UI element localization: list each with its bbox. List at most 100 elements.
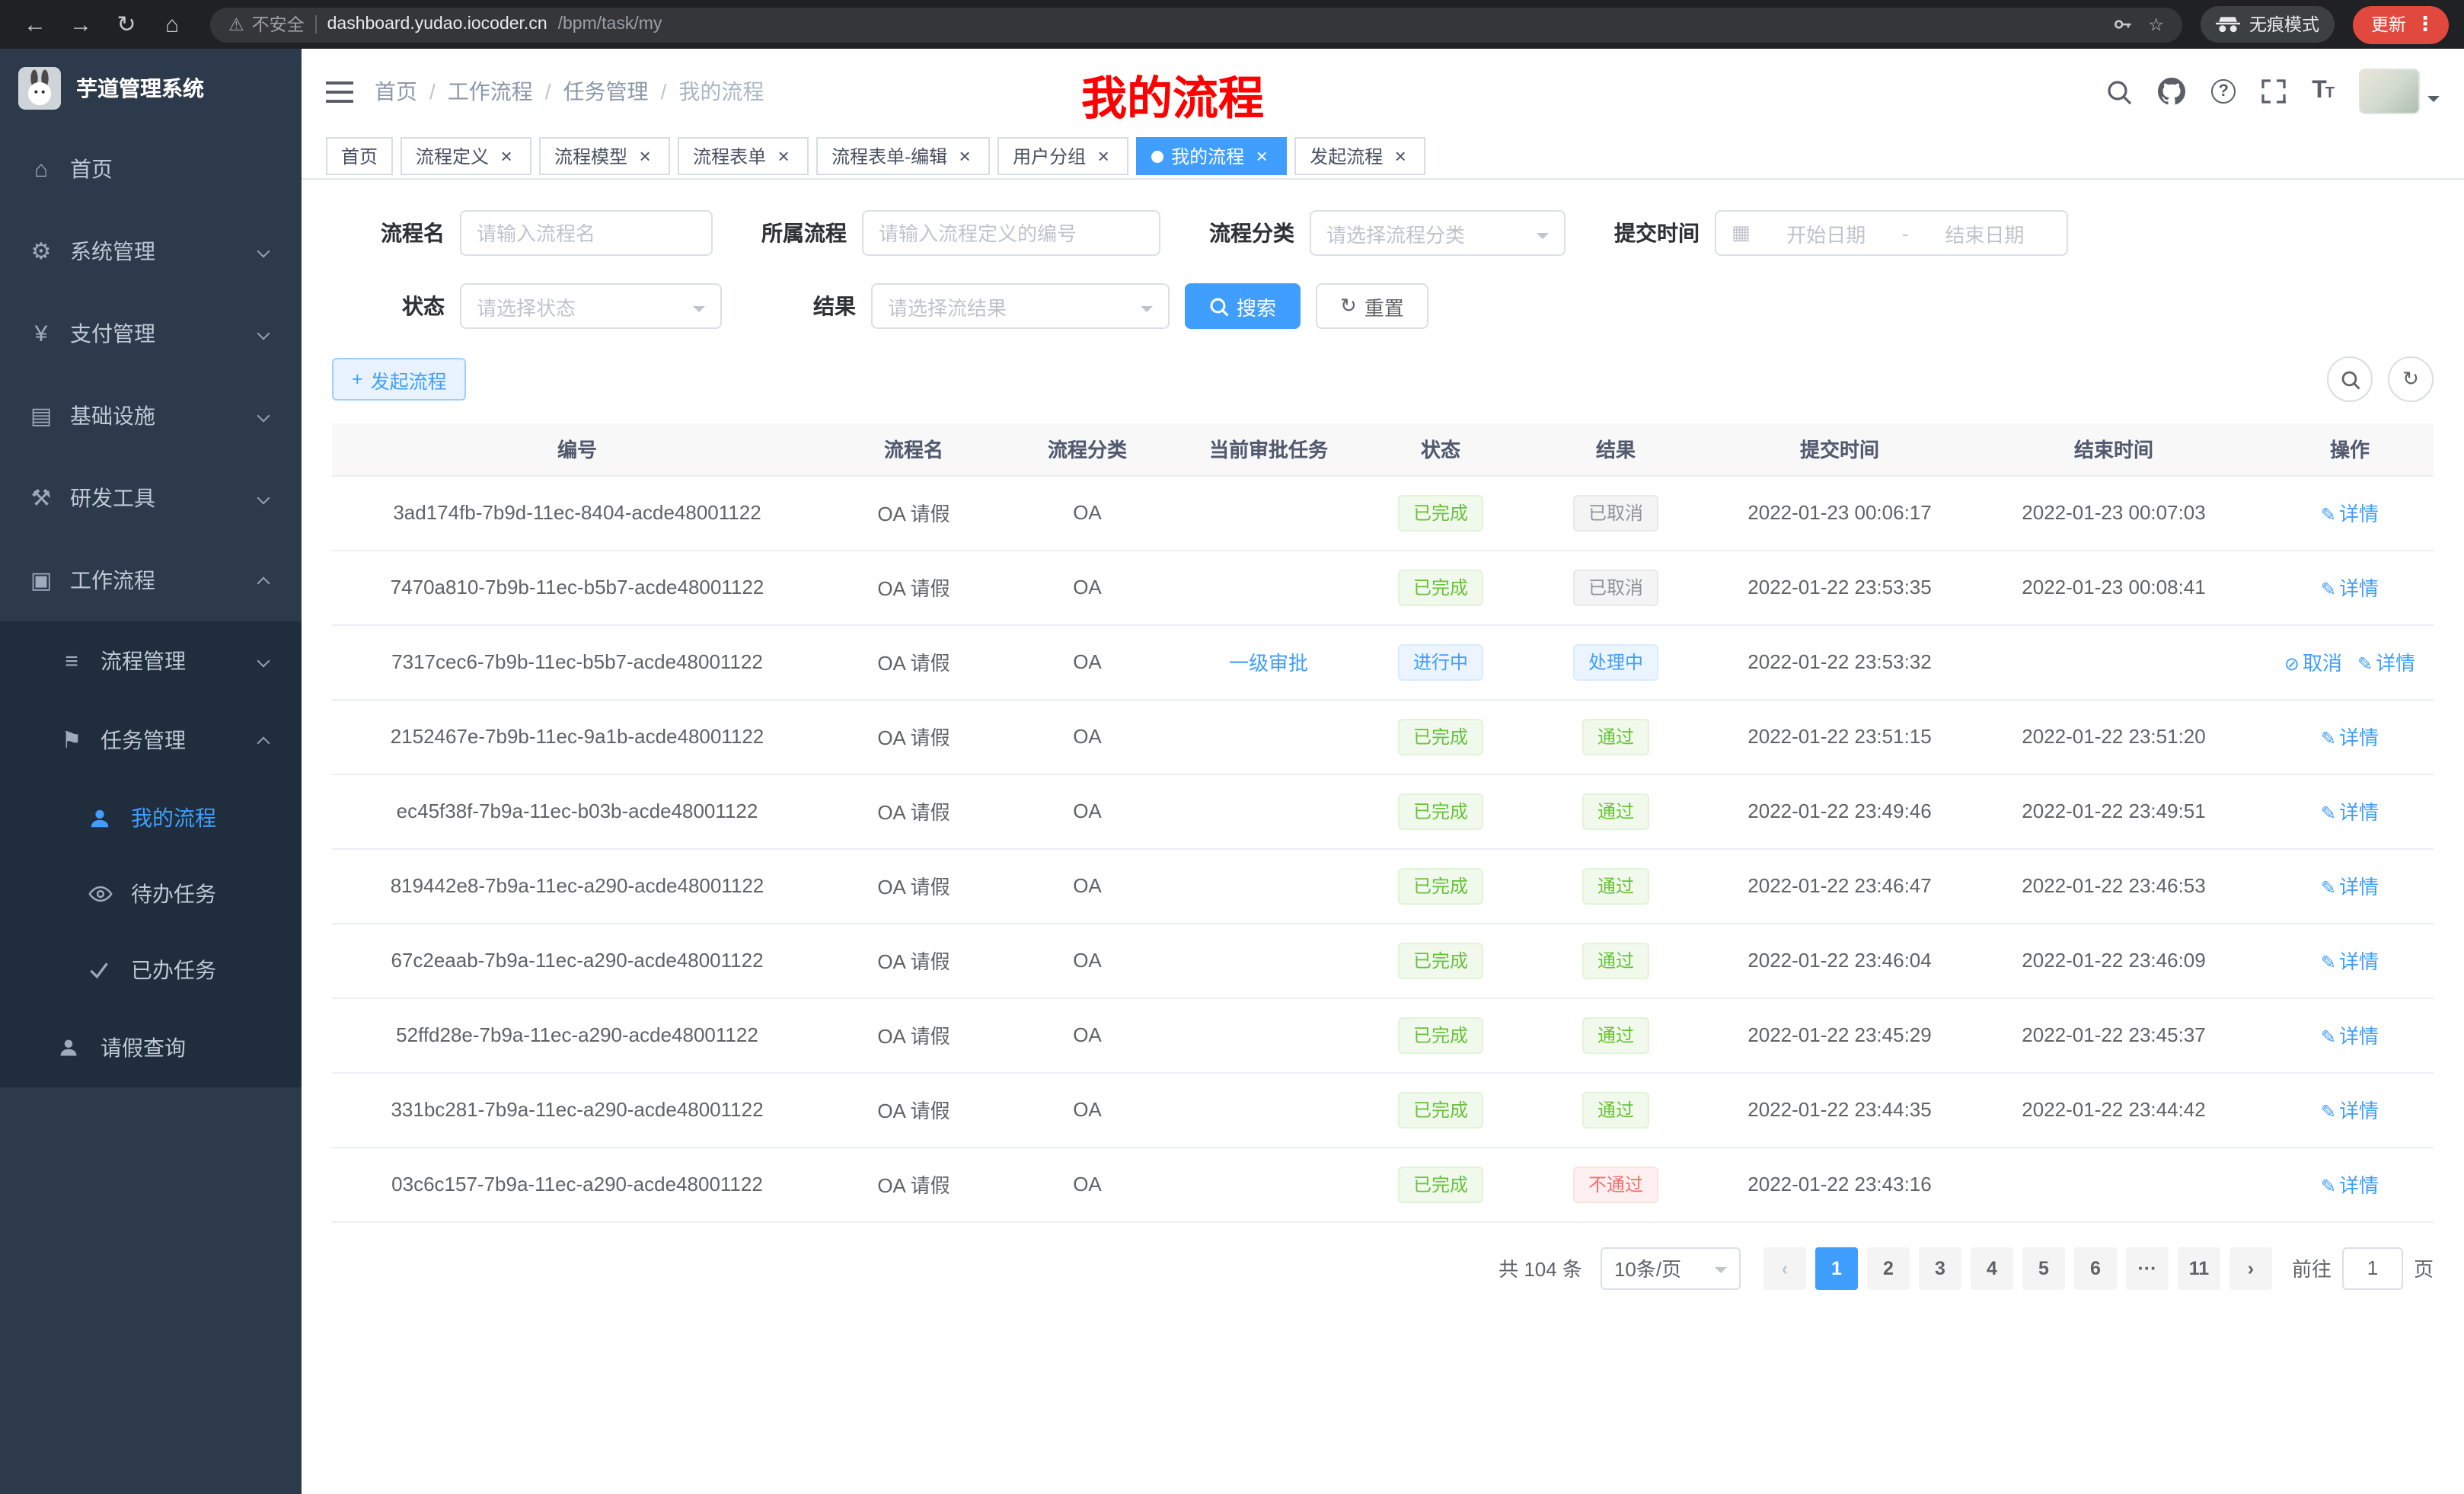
detail-link[interactable]: ✎详情 xyxy=(2321,577,2379,600)
prev-page-button[interactable]: ‹ xyxy=(1763,1247,1806,1289)
tab-process-form-edit[interactable]: 流程表单-编辑 × xyxy=(816,137,990,175)
next-page-button[interactable]: › xyxy=(2229,1247,2272,1289)
breadcrumb-home[interactable]: 首页 xyxy=(375,76,417,107)
warning-icon: ⚠ xyxy=(228,14,244,35)
forward-icon[interactable]: → xyxy=(61,5,101,44)
page-button-6[interactable]: 6 xyxy=(2074,1247,2117,1289)
update-button[interactable]: 更新 ⋮ xyxy=(2353,5,2449,43)
detail-link[interactable]: ✎详情 xyxy=(2321,1174,2379,1197)
tab-start-process[interactable]: 发起流程 × xyxy=(1294,137,1425,175)
col-id: 编号 xyxy=(332,423,822,475)
search-icon xyxy=(2340,369,2360,389)
github-icon[interactable] xyxy=(2158,78,2185,105)
edit-icon: ✎ xyxy=(2321,728,2336,749)
sidebar-item-system[interactable]: ⚙ 系统管理 xyxy=(0,210,302,292)
detail-link[interactable]: ✎详情 xyxy=(2321,801,2379,824)
detail-link[interactable]: ✎详情 xyxy=(2357,652,2415,675)
start-process-button[interactable]: + 发起流程 xyxy=(332,358,467,401)
result-badge: 通过 xyxy=(1582,718,1649,755)
total-count: 共 104 条 xyxy=(1499,1253,1582,1282)
close-icon[interactable]: × xyxy=(1252,146,1272,166)
close-icon[interactable]: × xyxy=(635,146,655,166)
sidebar-item-workflow[interactable]: ▣ 工作流程 xyxy=(0,539,302,621)
page-button-11[interactable]: 11 xyxy=(2178,1247,2220,1289)
refresh-table-button[interactable]: ↻ xyxy=(2388,356,2434,402)
reset-button[interactable]: ↻ 重置 xyxy=(1316,283,1428,329)
date-range-picker[interactable]: ▦ 开始日期 - 结束日期 xyxy=(1715,210,2068,256)
breadcrumb-task-mgmt[interactable]: 任务管理 xyxy=(563,76,649,107)
sidebar-item-home[interactable]: ⌂ 首页 xyxy=(0,128,302,210)
tab-user-group[interactable]: 用户分组 × xyxy=(997,137,1128,175)
close-icon[interactable]: × xyxy=(496,146,516,166)
detail-link[interactable]: ✎详情 xyxy=(2321,1100,2379,1122)
fullscreen-icon[interactable] xyxy=(2261,79,2286,104)
detail-link[interactable]: ✎详情 xyxy=(2321,950,2379,973)
incognito-badge: 无痕模式 xyxy=(2201,6,2335,43)
process-id-input[interactable] xyxy=(862,210,1160,256)
key-icon[interactable] xyxy=(2111,14,2133,35)
tab-home[interactable]: 首页 xyxy=(326,137,393,175)
list-icon: ≡ xyxy=(58,648,85,674)
close-icon[interactable]: × xyxy=(955,146,975,166)
detail-link[interactable]: ✎详情 xyxy=(2321,503,2379,525)
sidebar-item-leave-query[interactable]: 请假查询 xyxy=(0,1008,302,1087)
page-button-3[interactable]: 3 xyxy=(1919,1247,1961,1289)
detail-link[interactable]: ✎详情 xyxy=(2321,876,2379,899)
address-bar[interactable]: ⚠ 不安全 dashboard.yudao.iocoder.cn /bpm/ta… xyxy=(210,7,2182,42)
close-icon[interactable]: × xyxy=(1093,146,1113,166)
close-icon[interactable]: × xyxy=(774,146,793,166)
reload-icon[interactable]: ↻ xyxy=(107,5,146,44)
home-icon[interactable]: ⌂ xyxy=(152,5,192,44)
process-name-input[interactable] xyxy=(460,210,713,256)
sidebar-item-task-mgmt[interactable]: ⚑ 任务管理 xyxy=(0,701,302,780)
sidebar-item-infra[interactable]: ▤ 基础设施 xyxy=(0,375,302,457)
cancel-icon: ⊘ xyxy=(2284,653,2300,675)
tab-process-form[interactable]: 流程表单 × xyxy=(678,137,809,175)
red-annotation-title: 我的流程 xyxy=(1081,61,1264,128)
category-filter-label: 流程分类 xyxy=(1197,218,1294,248)
close-icon[interactable]: × xyxy=(1390,146,1410,166)
browser-menu-icon[interactable]: ⋮ xyxy=(2415,12,2435,37)
font-size-icon[interactable]: TT xyxy=(2312,78,2333,105)
user-menu[interactable] xyxy=(2359,69,2440,114)
star-icon[interactable]: ☆ xyxy=(2148,14,2164,35)
table-row: 819442e8-7b9a-11ec-a290-acde48001122 OA … xyxy=(332,848,2434,923)
category-select[interactable]: 请选择流程分类 xyxy=(1310,210,1566,256)
breadcrumb-workflow[interactable]: 工作流程 xyxy=(448,76,533,107)
url-path: /bpm/task/my xyxy=(558,15,662,34)
back-icon[interactable]: ← xyxy=(15,5,55,44)
more-pages-button[interactable]: ··· xyxy=(2126,1247,2169,1289)
edit-icon: ✎ xyxy=(2321,877,2336,899)
goto-page-input[interactable] xyxy=(2342,1247,2403,1289)
detail-link[interactable]: ✎详情 xyxy=(2321,726,2379,749)
sidebar-collapse-icon[interactable] xyxy=(326,80,353,103)
help-icon[interactable]: ? xyxy=(2211,79,2236,104)
sidebar-item-done-tasks[interactable]: 已办任务 xyxy=(0,932,302,1008)
avatar[interactable] xyxy=(2359,69,2420,114)
goto-label: 前往 xyxy=(2292,1253,2332,1282)
sidebar-item-my-process[interactable]: 我的流程 xyxy=(0,780,302,856)
status-select[interactable]: 请选择状态 xyxy=(460,283,722,329)
detail-link[interactable]: ✎详情 xyxy=(2321,1025,2379,1048)
toggle-search-button[interactable] xyxy=(2327,356,2373,402)
tab-my-process[interactable]: 我的流程 × xyxy=(1136,137,1287,175)
result-select[interactable]: 请选择流结果 xyxy=(871,283,1170,329)
page-button-1[interactable]: 1 xyxy=(1815,1247,1858,1289)
page-button-5[interactable]: 5 xyxy=(2022,1247,2065,1289)
sidebar-item-todo-tasks[interactable]: 待办任务 xyxy=(0,856,302,932)
tab-process-model[interactable]: 流程模型 × xyxy=(539,137,670,175)
top-navbar: 首页 / 工作流程 / 任务管理 / 我的流程 ? TT xyxy=(302,49,2464,134)
page-button-4[interactable]: 4 xyxy=(1971,1247,2013,1289)
tab-process-definition[interactable]: 流程定义 × xyxy=(401,137,531,175)
search-icon[interactable] xyxy=(2106,78,2132,104)
sidebar-item-process-mgmt[interactable]: ≡ 流程管理 xyxy=(0,621,302,701)
task-link[interactable]: 一级审批 xyxy=(1229,652,1308,675)
sidebar-item-payment[interactable]: ¥ 支付管理 xyxy=(0,292,302,375)
sidebar-item-devtools[interactable]: ⚒ 研发工具 xyxy=(0,457,302,539)
cancel-link[interactable]: ⊘取消 xyxy=(2284,652,2342,675)
page-button-2[interactable]: 2 xyxy=(1867,1247,1910,1289)
search-button[interactable]: 搜索 xyxy=(1185,283,1301,329)
page-size-select[interactable]: 10条/页 xyxy=(1601,1247,1741,1289)
status-badge: 已完成 xyxy=(1398,1166,1483,1202)
workflow-submenu: ≡ 流程管理 ⚑ 任务管理 我的流程 xyxy=(0,621,302,1087)
